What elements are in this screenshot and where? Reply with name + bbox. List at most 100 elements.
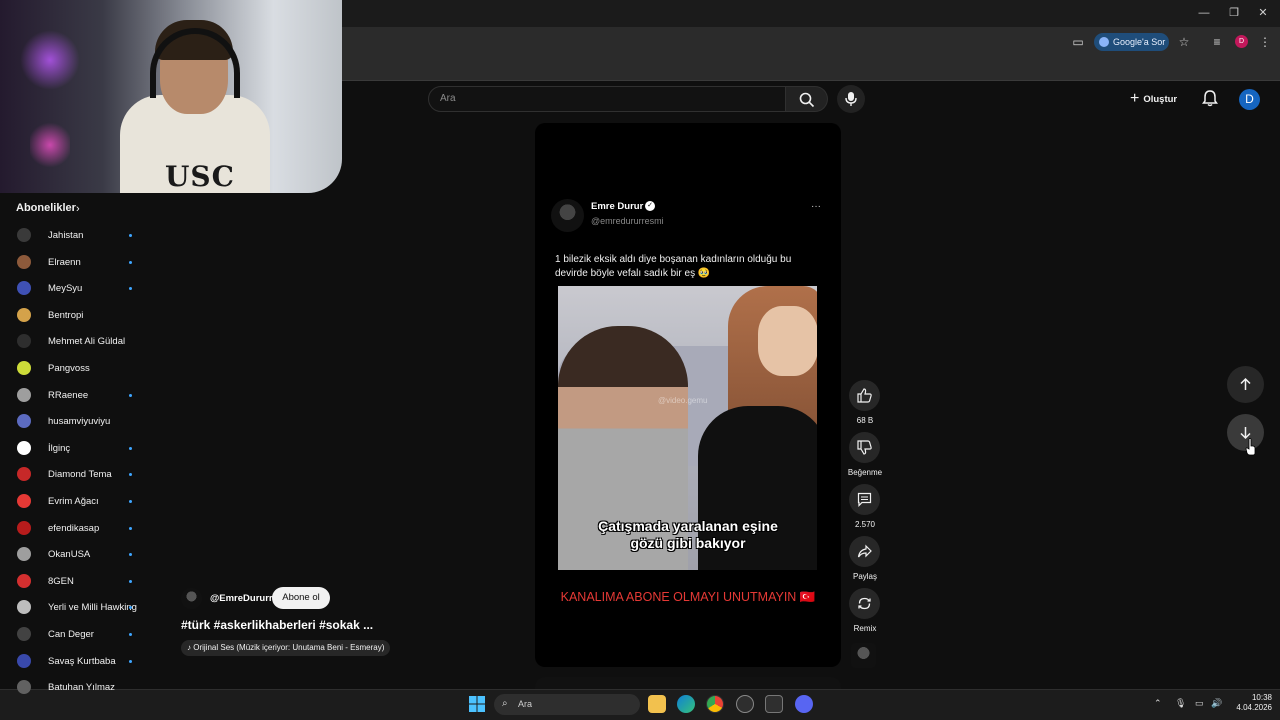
sound-thumbnail[interactable] (851, 643, 876, 668)
neon-light (30, 120, 70, 170)
subscription-item[interactable]: Savaş Kurtbaba (0, 648, 140, 674)
subscription-item[interactable]: Elraenn (0, 249, 140, 275)
file-explorer-icon[interactable] (648, 695, 666, 713)
new-content-dot (129, 633, 132, 636)
account-avatar[interactable]: D (1239, 89, 1260, 110)
obs-icon[interactable] (736, 695, 754, 713)
subscribe-button[interactable]: Abone ol (272, 587, 330, 609)
new-content-dot (129, 579, 132, 583)
subscription-label: Bentropi (48, 309, 84, 321)
volume-tray-icon[interactable]: 🔊 (1211, 698, 1222, 709)
comment-count: 2.570 (854, 520, 876, 529)
new-content-dot (129, 526, 132, 530)
new-content-dot (129, 260, 132, 264)
subscription-item[interactable]: 8GEN (0, 568, 140, 594)
video-frame: @video.gemu Çatışmada yaralanan eşine gö… (558, 286, 817, 570)
tweet-avatar (551, 199, 584, 232)
arrow-up-icon (1240, 377, 1251, 390)
google-ask-label: Google'a Sor (1113, 37, 1166, 47)
comments-button[interactable] (849, 484, 880, 515)
notifications-bell-icon[interactable] (1201, 89, 1219, 107)
subscription-item[interactable]: Can Deger (0, 621, 140, 647)
channel-avatar (17, 653, 31, 668)
previous-short-button[interactable] (1227, 366, 1264, 403)
promo-text: KANALIMA ABONE OLMAYI UNUTMAYIN 🇹🇷 (560, 590, 816, 604)
bookmark-star-icon[interactable]: ☆ (1176, 34, 1192, 50)
new-content-dot (129, 659, 132, 663)
taskbar-search[interactable] (494, 694, 640, 715)
new-content-dot (129, 287, 132, 291)
subscription-item[interactable]: Pangvoss (0, 355, 140, 381)
discord-icon[interactable] (795, 695, 813, 713)
subscription-item[interactable]: Mehmet Ali Güldal (0, 328, 140, 354)
subscription-item[interactable]: Bentropi (0, 302, 140, 328)
channel-name[interactable]: @EmreDururr (210, 593, 273, 604)
close-icon[interactable]: ✕ (1256, 6, 1270, 20)
subscription-item[interactable]: husamviyuviyu (0, 408, 140, 434)
tweet-text: 1 bilezik eksik aldı diye boşanan kadınl… (555, 254, 792, 279)
subscription-label: Diamond Tema (48, 469, 112, 481)
shorts-player[interactable]: Emre Durur ✓ @emredururresmi ··· 1 bilez… (535, 123, 841, 667)
tray-chevron-up-icon[interactable]: ⌃ (1154, 698, 1162, 709)
windows-taskbar (0, 689, 1280, 720)
subscription-item[interactable]: efendikasap (0, 515, 140, 541)
subscription-item[interactable]: Yerli ve Milli Hawking (0, 594, 140, 620)
subscription-item[interactable]: RRaenee (0, 382, 140, 408)
remix-button[interactable] (849, 588, 880, 619)
channel-avatar[interactable] (181, 588, 202, 609)
channel-avatar (17, 228, 31, 242)
search-input[interactable] (428, 86, 786, 112)
edge-icon[interactable] (677, 695, 695, 713)
channel-avatar (17, 547, 31, 562)
subscription-item[interactable]: İlginç (0, 435, 140, 461)
like-button[interactable] (849, 380, 880, 411)
microphone-tray-icon[interactable]: 🎙 (1175, 698, 1186, 709)
like-count: 68 B (856, 416, 874, 425)
subscription-item[interactable]: Batuhan Yılmaz (0, 674, 140, 700)
music-label: Orijinal Ses (Müzik içeriyor: Unutama Be… (193, 643, 385, 652)
cast-icon[interactable]: ▭ (1070, 34, 1086, 50)
network-tray-icon[interactable]: ▭ (1195, 698, 1204, 709)
video-caption: Çatışmada yaralanan eşine gözü gibi bakı… (598, 518, 778, 551)
subscription-label: İlginç (48, 442, 71, 454)
tweet-handle: @emredururresmi (591, 216, 664, 226)
music-chip[interactable]: ♪ Orijinal Ses (Müzik içeriyor: Unutama … (181, 640, 391, 656)
restore-icon[interactable]: ❐ (1227, 6, 1241, 20)
subscriptions-title[interactable]: Abonelikler (16, 202, 76, 214)
dislike-button[interactable] (849, 432, 880, 463)
clock[interactable]: 10:38 4.04.2026 (1230, 693, 1272, 713)
create-button[interactable]: + Oluştur (1130, 90, 1186, 108)
subscription-item[interactable]: OkanUSA (0, 541, 140, 567)
minimize-icon[interactable]: — (1197, 6, 1211, 20)
channel-avatar (17, 307, 31, 322)
subscription-item[interactable]: Evrim Ağacı (0, 488, 140, 514)
subscription-item[interactable]: Diamond Tema (0, 461, 140, 487)
short-title[interactable]: #türk #askerlikhaberleri #sokak ... (181, 618, 373, 632)
video-watermark: @video.gemu (658, 396, 708, 405)
browser-menu-icon[interactable]: ⋮ (1257, 34, 1273, 50)
tweet-author-name: Emre Durur (591, 201, 644, 212)
clock-date: 4.04.2026 (1236, 703, 1272, 712)
channel-avatar (17, 440, 31, 455)
channel-avatar (17, 680, 31, 695)
subscription-item[interactable]: Jahistan (0, 222, 140, 248)
comment-icon (857, 492, 872, 507)
share-button[interactable] (849, 536, 880, 567)
windows-start-icon[interactable] (469, 696, 485, 712)
media-controls-icon[interactable]: ≡ (1209, 34, 1225, 50)
channel-avatar (17, 254, 31, 269)
search-button[interactable] (786, 86, 828, 112)
search-icon (799, 92, 815, 108)
remix-icon (858, 597, 871, 610)
music-note-icon: ♪ (187, 643, 191, 652)
terminal-icon[interactable] (765, 695, 783, 713)
browser-profile-icon[interactable]: D (1235, 35, 1248, 48)
thumbs-up-icon (857, 388, 872, 403)
chevron-right-icon[interactable]: › (76, 203, 80, 215)
chrome-icon[interactable] (706, 695, 724, 713)
voice-search-button[interactable] (837, 85, 865, 113)
google-ask-button[interactable]: Google'a Sor (1094, 33, 1169, 51)
subscription-label: RRaenee (48, 389, 89, 401)
subscription-item[interactable]: MeySyu (0, 275, 140, 301)
mouse-cursor-icon (1245, 438, 1256, 456)
